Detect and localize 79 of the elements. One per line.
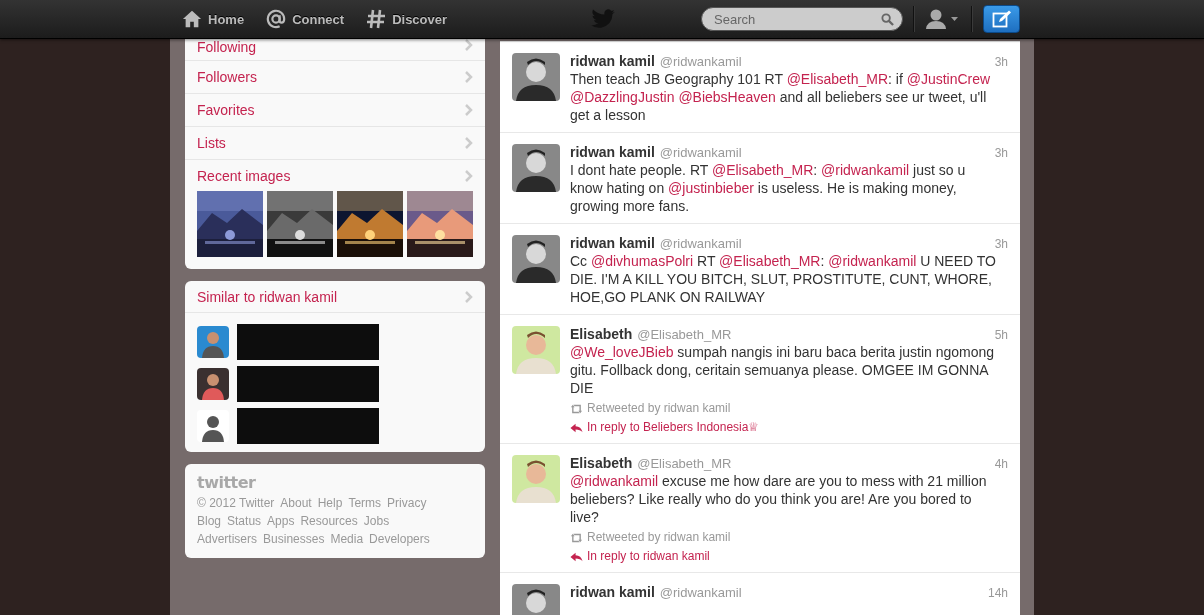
- user-name-link[interactable]: Elisabeth: [570, 455, 633, 471]
- footer-link[interactable]: Terms: [348, 494, 382, 512]
- chevron-icon: [465, 71, 473, 83]
- mention-link[interactable]: @divhumasPolri: [591, 253, 694, 269]
- footer-link[interactable]: Help: [317, 494, 343, 512]
- mention-link[interactable]: @DazzlingJustin: [570, 89, 675, 105]
- chevron-icon: [465, 169, 473, 182]
- footer-link[interactable]: Apps: [267, 512, 295, 530]
- user-handle: @Elisabeth_MR: [637, 456, 732, 471]
- similar-users-link[interactable]: Similar to ridwan kamil: [185, 281, 485, 313]
- home-icon: [182, 9, 202, 29]
- footer-link[interactable]: Status: [227, 512, 262, 530]
- timestamp-link[interactable]: 14h: [987, 586, 1008, 600]
- tweet-text: @We_loveJBieb sumpah nangis ini baru baca berita justin ngomong gitu. Follback dong, ceritain semuanya please. OMGEE IM GONNA DIE: [570, 343, 996, 397]
- user-name-link[interactable]: Elisabeth: [570, 326, 633, 342]
- user-handle: @ridwankamil: [659, 236, 742, 251]
- chevron-icon: [465, 39, 473, 51]
- tweet-text: Cc @divhumasPolri RT @Elisabeth_MR: @ridwankamil U NEED TO DIE. I'M A KILL YOU BITCH, SLUT, PROSTITUTE, CUNT, WHORE, HOE,GO PLANK ON RAILWAY: [570, 252, 997, 306]
- nav-link[interactable]: Home: [182, 9, 245, 29]
- footer-link[interactable]: Blog: [197, 512, 222, 530]
- retweeted-by-label: Retweeted by ridwan kamil: [587, 401, 731, 416]
- footer-link[interactable]: Businesses: [263, 530, 325, 548]
- user-handle: @ridwankamil: [659, 145, 742, 160]
- user-menu-icon[interactable]: [925, 8, 961, 30]
- tweet-text: Then teach JB Geography 101 RT @Elisabeth_MR: if @JustinCrew @DazzlingJustin @BiebsHeaven and all beliebers see ur tweet, u'll get a lesson: [570, 70, 992, 124]
- user-handle: @ridwankamil: [659, 585, 742, 600]
- footer-link[interactable]: Resources: [300, 512, 358, 530]
- tweet-text: @ridwankamil excuse me how dare are you to mess with 21 million beliebers? Like really who do you think you are! Are you bored to live?: [570, 472, 988, 526]
- mention-link[interactable]: @BiebsHeaven: [678, 89, 776, 105]
- footer-link[interactable]: Advertisers: [197, 530, 258, 548]
- hash-icon: [366, 9, 387, 29]
- mention-link[interactable]: @ridwankamil: [821, 162, 910, 178]
- tweet-text: I dont hate people. RT @Elisabeth_MR: @ridwankamil just so u know hating on @justinbieber is useless. He is making money, growing more fans.: [570, 161, 967, 215]
- footer-link[interactable]: Developers: [369, 530, 430, 548]
- mention-link[interactable]: @Elisabeth_MR: [786, 71, 888, 87]
- user-handle: @ridwankamil: [659, 54, 742, 69]
- timestamp-link[interactable]: 5h: [994, 328, 1008, 342]
- nav-link[interactable]: Discover: [366, 9, 448, 29]
- footer-link[interactable]: Jobs: [363, 512, 390, 530]
- in-reply-to-link[interactable]: In reply to ridwan kamil: [587, 549, 710, 564]
- timestamp-link[interactable]: 4h: [994, 457, 1008, 471]
- sidebar-item[interactable]: Following: [185, 39, 485, 61]
- timestamp-link[interactable]: 3h: [994, 55, 1008, 69]
- chevron-icon: [465, 137, 473, 149]
- chevron-icon: [465, 290, 473, 303]
- timestamp-link[interactable]: 3h: [994, 237, 1008, 251]
- nav-link[interactable]: Connect: [266, 9, 345, 29]
- retweet-icon: [570, 403, 583, 414]
- in-reply-to-link[interactable]: In reply to Beliebers Indonesia♕: [587, 420, 760, 435]
- compose-icon: [991, 10, 1012, 28]
- sidebar-item[interactable]: Followers: [185, 61, 485, 94]
- at-sign-icon: [266, 9, 287, 29]
- search-icon: [881, 13, 894, 26]
- footer-link[interactable]: Media: [330, 530, 364, 548]
- mention-link[interactable]: @ridwankamil: [570, 473, 659, 489]
- footer-link[interactable]: © 2012 Twitter: [197, 494, 275, 512]
- reply-arrow-icon: [570, 551, 583, 562]
- user-name-link[interactable]: ridwan kamil: [570, 144, 655, 160]
- footer-link[interactable]: About: [280, 494, 312, 512]
- retweet-icon: [570, 532, 583, 543]
- compose-button[interactable]: [983, 5, 1020, 33]
- footer-link[interactable]: Privacy: [387, 494, 427, 512]
- mention-link[interactable]: @ridwankamil: [828, 253, 917, 269]
- mention-link[interactable]: @JustinCrew: [906, 71, 991, 87]
- sidebar-item[interactable]: Recent images: [185, 160, 485, 191]
- reply-arrow-icon: [570, 422, 583, 433]
- retweeted-by-label: Retweeted by ridwan kamil: [587, 530, 731, 545]
- search-field[interactable]: Search: [701, 7, 903, 31]
- user-name-link[interactable]: ridwan kamil: [570, 235, 655, 251]
- mention-link[interactable]: @justinbieber: [668, 180, 754, 196]
- chevron-icon: [465, 104, 473, 116]
- user-handle: @Elisabeth_MR: [637, 327, 732, 342]
- user-name-link[interactable]: ridwan kamil: [570, 584, 655, 600]
- twitter-logo: twitter: [197, 474, 256, 492]
- sidebar-item[interactable]: Favorites: [185, 94, 485, 127]
- sidebar-item[interactable]: Lists: [185, 127, 485, 160]
- mention-link[interactable]: @We_loveJBieb: [570, 344, 674, 360]
- user-name-link[interactable]: ridwan kamil: [570, 53, 655, 69]
- timestamp-link[interactable]: 3h: [994, 146, 1008, 160]
